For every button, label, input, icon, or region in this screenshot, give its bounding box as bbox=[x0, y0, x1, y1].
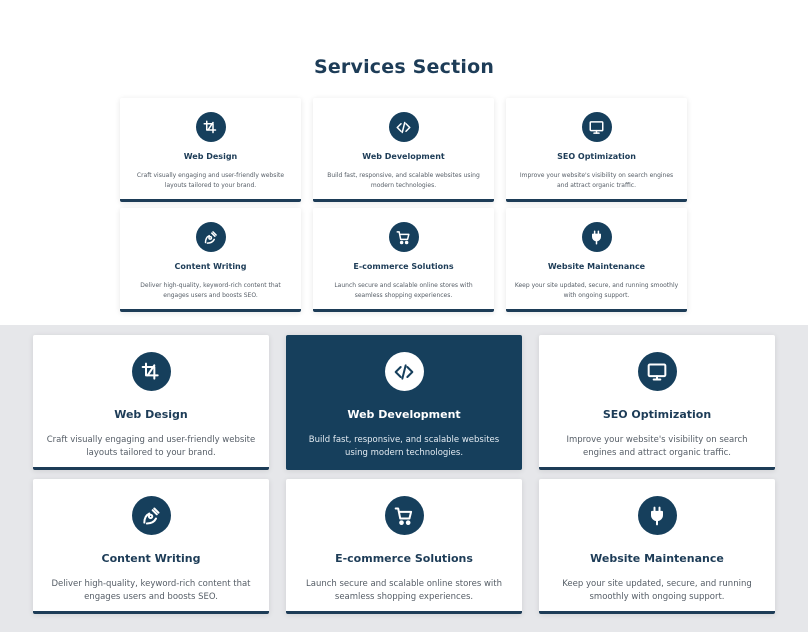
crop-icon bbox=[131, 352, 171, 391]
plug-icon bbox=[581, 222, 612, 252]
service-title: E-commerce Solutions bbox=[335, 552, 473, 565]
service-description: Keep your site updated, secure, and runn… bbox=[562, 579, 752, 602]
code-icon bbox=[384, 352, 424, 391]
crop-icon bbox=[195, 112, 226, 142]
service-title: Web Development bbox=[347, 408, 461, 421]
service-card-content-writing[interactable]: Content Writing Deliver high-quality, ke… bbox=[120, 208, 301, 312]
service-title: Website Maintenance bbox=[547, 262, 646, 271]
service-title: Content Writing bbox=[174, 262, 247, 271]
section-title: Services Section bbox=[313, 56, 495, 78]
service-description: Launch secure and scalable online stores… bbox=[306, 579, 502, 602]
service-title: E-commerce Solutions bbox=[353, 262, 454, 271]
service-card-website-maintenance[interactable]: Website Maintenance Keep your site updat… bbox=[539, 479, 775, 614]
service-card-content-writing[interactable]: Content Writing Deliver high-quality, ke… bbox=[33, 479, 269, 614]
service-title: SEO Optimization bbox=[557, 152, 636, 161]
service-description: Craft visually engaging and user-friendl… bbox=[136, 172, 285, 189]
code-icon bbox=[388, 112, 419, 142]
monitor-icon bbox=[637, 352, 677, 391]
service-description: Keep your site updated, secure, and runn… bbox=[514, 282, 679, 299]
service-title: SEO Optimization bbox=[602, 408, 712, 421]
service-card-seo-optimization[interactable]: SEO Optimization Improve your website's … bbox=[506, 98, 687, 202]
pen-nib-icon bbox=[131, 496, 171, 535]
service-card-ecommerce-solutions[interactable]: E-commerce Solutions Launch secure and s… bbox=[286, 479, 522, 614]
service-card-web-design[interactable]: Web Design Craft visually engaging and u… bbox=[120, 98, 301, 202]
service-description: Improve your website's visibility on sea… bbox=[519, 172, 674, 189]
service-description: Craft visually engaging and user-friendl… bbox=[46, 435, 256, 458]
service-card-web-development[interactable]: Web Development Build fast, responsive, … bbox=[313, 98, 494, 202]
service-card-seo-optimization[interactable]: SEO Optimization Improve your website's … bbox=[539, 335, 775, 470]
service-title: Web Development bbox=[362, 152, 445, 161]
service-title: Content Writing bbox=[101, 552, 201, 565]
services-grid-small: Web Design Craft visually engaging and u… bbox=[120, 98, 687, 312]
service-description: Improve your website's visibility on sea… bbox=[566, 435, 748, 458]
plug-icon bbox=[637, 496, 677, 535]
service-description: Launch secure and scalable online stores… bbox=[334, 282, 473, 299]
shopping-cart-icon bbox=[384, 496, 424, 535]
service-card-ecommerce-solutions[interactable]: E-commerce Solutions Launch secure and s… bbox=[313, 208, 494, 312]
service-description: Build fast, responsive, and scalable web… bbox=[327, 172, 480, 189]
service-description: Deliver high-quality, keyword-rich conte… bbox=[51, 579, 251, 602]
services-grid-large: Web Design Craft visually engaging and u… bbox=[33, 335, 775, 614]
service-card-website-maintenance[interactable]: Website Maintenance Keep your site updat… bbox=[506, 208, 687, 312]
service-description: Deliver high-quality, keyword-rich conte… bbox=[140, 282, 281, 299]
service-title: Web Design bbox=[114, 408, 188, 421]
pen-nib-icon bbox=[195, 222, 226, 252]
service-description: Build fast, responsive, and scalable web… bbox=[308, 435, 500, 458]
monitor-icon bbox=[581, 112, 612, 142]
service-title: Website Maintenance bbox=[590, 552, 724, 565]
service-card-web-design[interactable]: Web Design Craft visually engaging and u… bbox=[33, 335, 269, 470]
shopping-cart-icon bbox=[388, 222, 419, 252]
service-title: Web Design bbox=[183, 152, 238, 161]
service-card-web-development-active[interactable]: Web Development Build fast, responsive, … bbox=[286, 335, 522, 470]
